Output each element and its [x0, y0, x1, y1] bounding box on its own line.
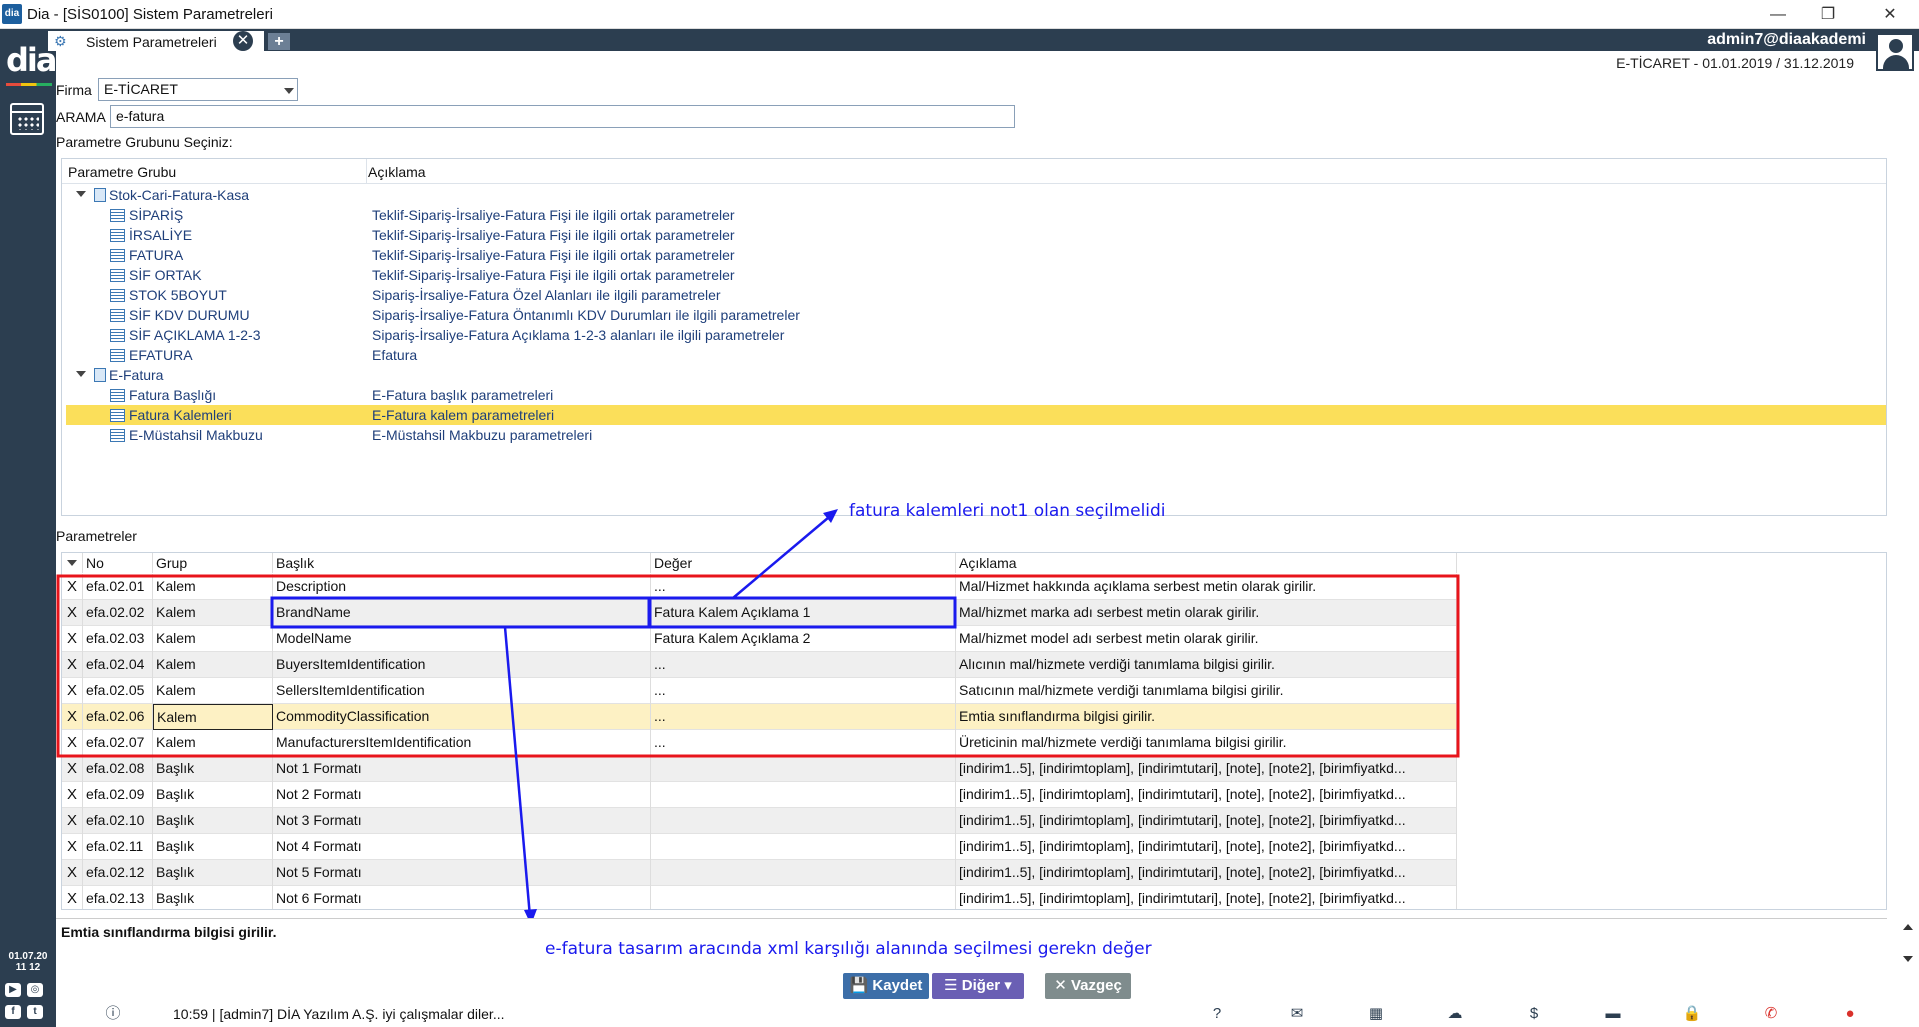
status-text: 10:59 | [admin7] DİA Yazılım A.Ş. iyi ça… [173, 1006, 505, 1022]
red-highlight-box [56, 574, 1460, 758]
currency-exchange-icon[interactable]: $ [1523, 1006, 1545, 1022]
arrow-line-bottom [503, 626, 532, 918]
description-text: Emtia sınıflandırma bilgisi girilir. [61, 924, 277, 940]
lock-icon[interactable]: 🔒 [1681, 1006, 1703, 1022]
other-label: Diğer [961, 977, 1001, 994]
record-icon[interactable]: ● [1839, 1006, 1861, 1022]
cancel-x-icon: ✕ [1054, 977, 1067, 994]
cloud-sync-icon[interactable]: ☁ [1444, 1006, 1466, 1022]
annotation-bottom: e-fatura tasarım aracında xml karşılığı … [545, 939, 1152, 959]
help-icon[interactable]: ? [1206, 1006, 1228, 1022]
info-icon[interactable]: ⓘ [102, 1006, 124, 1022]
save-label: Kaydet [872, 977, 923, 994]
blue-highlight-value [647, 596, 957, 629]
cancel-label: Vazgeç [1070, 977, 1122, 994]
save-icon: 💾 [849, 977, 869, 994]
menu-list-icon: ☰ [944, 977, 958, 994]
chat-icon[interactable]: ▬ [1602, 1006, 1624, 1022]
cancel-button[interactable]: ✕ Vazgeç [1045, 973, 1131, 999]
mail-icon[interactable]: ✉ [1286, 1006, 1308, 1022]
other-button[interactable]: ☰ Diğer ▾ [932, 973, 1024, 999]
description-scrollbar[interactable] [1899, 918, 1917, 968]
annotation-top: fatura kalemleri not1 olan seçilmelidi [849, 501, 1166, 521]
calculator-icon[interactable]: ▦ [1365, 1006, 1387, 1022]
caret-down-icon: ▾ [1004, 977, 1012, 994]
save-button[interactable]: 💾 Kaydet [843, 973, 929, 999]
blue-highlight-brandname [270, 596, 652, 629]
phone-icon[interactable]: ✆ [1760, 1006, 1782, 1022]
arrow-line-top [732, 511, 836, 599]
